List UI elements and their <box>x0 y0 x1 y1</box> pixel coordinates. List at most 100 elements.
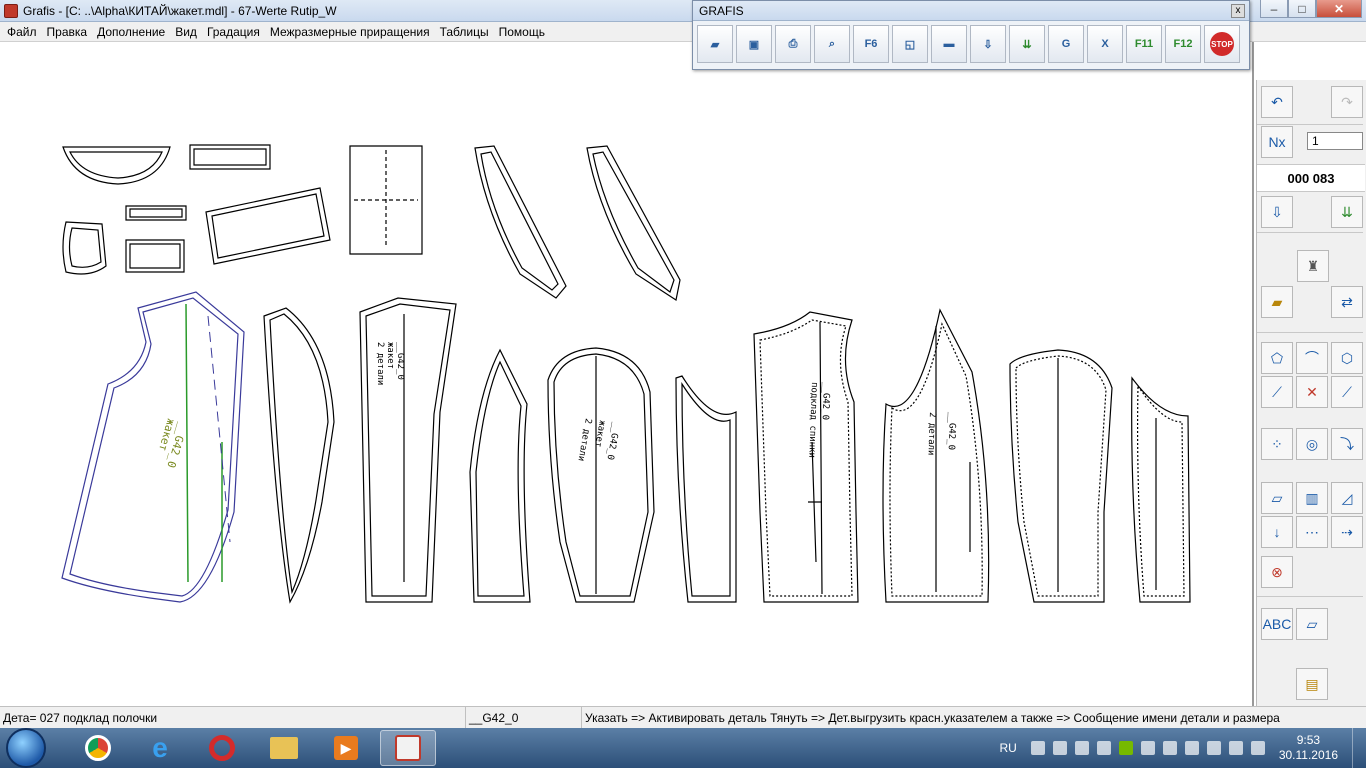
pattern-piece-front <box>61 291 245 603</box>
tray-icon-6[interactable] <box>1140 741 1155 755</box>
language-indicator[interactable]: RU <box>999 741 1016 755</box>
pattern-piece-strip-1 <box>189 144 271 170</box>
open-folder-icon[interactable]: ▰ <box>1261 286 1293 318</box>
pattern-piece-pocket-facing <box>205 187 331 265</box>
pattern-piece-pocket-2 <box>125 239 185 273</box>
save-icon[interactable]: ▣ <box>736 25 772 63</box>
f11-icon[interactable]: F11 <box>1126 25 1162 63</box>
pattern-piece-sleeve-under <box>675 375 737 603</box>
menu-view[interactable]: Вид <box>170 22 202 42</box>
line-icon[interactable]: ⟋ <box>1331 376 1363 408</box>
shape-icon[interactable]: ⬠ <box>1261 342 1293 374</box>
chrome-icon[interactable] <box>70 730 126 766</box>
front-lining-label-size: __G42_0 <box>946 412 957 450</box>
piece-icon[interactable]: ▱ <box>1261 482 1293 514</box>
back-lining-label-size: __G42_0 <box>820 382 831 420</box>
status-detail: Дета= 027 подклад полочки <box>0 706 466 729</box>
grafis-toolbox: GRAFIS x ▰ ▣ ⎙ ⌕ F6 ◱ ▬ ⇩ ⇊ G X F11 F12 … <box>692 0 1250 70</box>
dart-icon[interactable]: ◿ <box>1331 482 1363 514</box>
grafis-app-icon <box>4 3 18 18</box>
notch-icon[interactable]: ⇢ <box>1331 516 1363 548</box>
g-table-icon[interactable]: G <box>1048 25 1084 63</box>
media-player-icon[interactable]: ▶ <box>318 730 374 766</box>
back-label-count: 2 детали <box>375 342 385 385</box>
download-icon[interactable]: ⇩ <box>1261 196 1293 228</box>
download-green-icon[interactable]: ⇊ <box>1009 25 1045 63</box>
maximize-button[interactable]: □ <box>1288 0 1316 18</box>
nvidia-icon[interactable] <box>1118 741 1133 755</box>
x-table-icon[interactable]: X <box>1087 25 1123 63</box>
tray-icon-1[interactable] <box>1030 741 1045 755</box>
pleat-icon[interactable]: ▥ <box>1296 482 1328 514</box>
close-button[interactable]: ✕ <box>1316 0 1362 18</box>
toolbox-close-button[interactable]: x <box>1231 4 1245 18</box>
pattern-drawing[interactable]: __G42_0 жакет __G42_0 жакет 2 детали __G… <box>0 42 1252 706</box>
delete-point-icon[interactable]: ⊗ <box>1261 556 1293 588</box>
measure-icon[interactable]: ▬ <box>931 25 967 63</box>
tray-icon-3[interactable] <box>1074 741 1089 755</box>
download-green-icon[interactable]: ⇊ <box>1331 196 1363 228</box>
pattern-piece-side-front <box>263 307 335 604</box>
nx-icon[interactable]: Nx <box>1261 126 1293 158</box>
open-folder-icon[interactable]: ▰ <box>697 25 733 63</box>
pattern-canvas[interactable]: __G42_0 жакет __G42_0 жакет 2 детали __G… <box>0 42 1254 706</box>
counter-input[interactable]: 1 <box>1307 132 1363 150</box>
piece-edit-icon[interactable]: ▱ <box>1296 608 1328 640</box>
zoom-icon[interactable]: ⌕ <box>814 25 850 63</box>
front-lining-label-count: 2 детали <box>925 412 937 456</box>
f12-icon[interactable]: F12 <box>1165 25 1201 63</box>
stop-icon[interactable]: STOP <box>1204 25 1240 63</box>
undo-icon[interactable]: ↶ <box>1261 86 1293 118</box>
menu-file[interactable]: Файл <box>2 22 42 42</box>
internet-explorer-icon[interactable]: e <box>132 730 188 766</box>
status-size: __G42_0 <box>466 706 582 729</box>
separator <box>1257 124 1363 125</box>
polyline-icon[interactable]: ⟋ <box>1261 376 1293 408</box>
download-icon[interactable]: ⇩ <box>970 25 1006 63</box>
menu-help[interactable]: Помощь <box>494 22 550 42</box>
volume-icon[interactable] <box>1228 741 1243 755</box>
pattern-piece-sleeve-lining-under <box>1131 376 1191 603</box>
cross-icon[interactable]: ✕ <box>1296 376 1328 408</box>
tray-icon-2[interactable] <box>1052 741 1067 755</box>
tray-icon-11[interactable] <box>1250 741 1265 755</box>
display-icon[interactable] <box>1162 741 1177 755</box>
print-icon[interactable]: ⎙ <box>775 25 811 63</box>
arc-icon[interactable]: ⤵ <box>1331 428 1363 460</box>
minimize-button[interactable]: – <box>1260 0 1288 18</box>
seam-icon[interactable]: ⋯ <box>1296 516 1328 548</box>
show-desktop-button[interactable] <box>1352 728 1366 768</box>
spellcheck-icon[interactable]: ABC <box>1261 608 1293 640</box>
grafis-taskbar-icon[interactable] <box>380 730 436 766</box>
status-bar: Дета= 027 подклад полочки __G42_0 Указат… <box>0 706 1366 729</box>
f6-icon[interactable]: F6 <box>853 25 889 63</box>
flag-icon[interactable] <box>1206 741 1221 755</box>
start-button[interactable] <box>6 728 46 768</box>
grainline-icon[interactable]: ↓ <box>1261 516 1293 548</box>
circle-square-icon[interactable]: ◎ <box>1296 428 1328 460</box>
tray-icon-4[interactable] <box>1096 741 1111 755</box>
back-label-name: жакет <box>385 342 395 369</box>
explorer-icon[interactable] <box>256 730 312 766</box>
clock[interactable]: 9:53 30.11.2016 <box>1279 733 1338 763</box>
menu-size-increments[interactable]: Межразмерные приращения <box>265 22 435 42</box>
menu-grading[interactable]: Градация <box>202 22 265 42</box>
redo-icon[interactable]: ↷ <box>1331 86 1363 118</box>
network-icon[interactable] <box>1184 741 1199 755</box>
menu-extras[interactable]: Дополнение <box>92 22 170 42</box>
contour-icon[interactable]: ⬡ <box>1331 342 1363 374</box>
window-title: Grafis - [C: ..\Alpha\КИТАЙ\жакет.mdl] -… <box>23 3 337 18</box>
opera-icon[interactable] <box>194 730 250 766</box>
separator <box>1257 332 1363 333</box>
menu-tables[interactable]: Таблицы <box>435 22 494 42</box>
toolbox-buttons: ▰ ▣ ⎙ ⌕ F6 ◱ ▬ ⇩ ⇊ G X F11 F12 STOP <box>693 21 1249 63</box>
plotter-icon[interactable]: ▤ <box>1296 668 1328 700</box>
export-icon[interactable]: ⇄ <box>1331 286 1363 318</box>
layers-icon[interactable]: ◱ <box>892 25 928 63</box>
window-controls: – □ ✕ <box>1260 0 1362 18</box>
pattern-piece-collar <box>62 146 171 185</box>
menu-edit[interactable]: Правка <box>42 22 93 42</box>
points-icon[interactable]: ⁘ <box>1261 428 1293 460</box>
mannequin-icon[interactable]: ♜ <box>1297 250 1329 282</box>
curve-icon[interactable]: ⌒ <box>1296 342 1328 374</box>
